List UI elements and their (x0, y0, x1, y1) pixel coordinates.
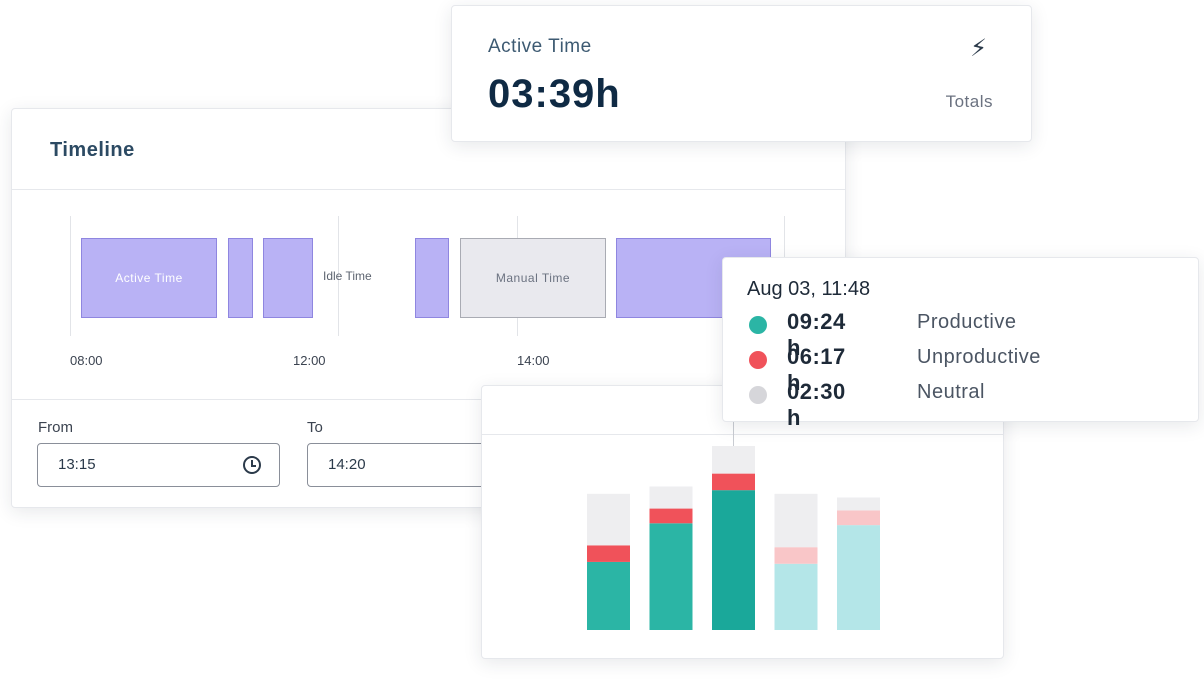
from-time-input[interactable]: 13:15 (37, 443, 280, 487)
neutral-dot (749, 386, 767, 404)
bar-neutral-segment[interactable] (774, 493, 818, 548)
bar-neutral-segment[interactable] (649, 486, 693, 509)
tooltip-label: Unproductive (917, 346, 1041, 368)
productivity-chart-card (481, 385, 1004, 659)
bar-productive-segment[interactable] (649, 523, 693, 630)
timeline-segment-active[interactable] (228, 238, 253, 318)
timeline-tick-label: 08:00 (70, 353, 103, 368)
clock-icon[interactable] (243, 456, 261, 474)
productive-dot (749, 316, 767, 334)
bar-neutral-segment[interactable] (587, 493, 630, 546)
bar-productive-segment[interactable] (587, 561, 630, 630)
to-label: To (307, 419, 323, 436)
tooltip-date: Aug 03, 11:48 (747, 278, 871, 300)
to-time-input[interactable]: 14:20 (307, 443, 507, 487)
to-time-value: 14:20 (328, 456, 366, 473)
timeline-segment-active[interactable] (263, 238, 313, 318)
bar-unproductive-segment[interactable] (712, 473, 755, 491)
from-label: From (38, 419, 73, 436)
timeline-tick-label: 14:00 (517, 353, 550, 368)
timeline-tick-label: 12:00 (293, 353, 326, 368)
tooltip-value: 02:30 h (787, 379, 846, 430)
timeline-segment-active[interactable] (415, 238, 449, 318)
productivity-bar-chart (587, 422, 880, 630)
timeline-segment-active[interactable]: Active Time (81, 238, 217, 318)
active-time-value: 03:39h (488, 72, 621, 116)
bar-productive-segment[interactable] (774, 563, 818, 630)
bar-unproductive-segment[interactable] (774, 547, 818, 564)
bar-neutral-segment[interactable] (837, 497, 880, 511)
chart-tooltip: Aug 03, 11:48 09:24 h Productive 06:17 h… (722, 257, 1199, 430)
active-time-label: Active Time (488, 36, 592, 57)
from-time-value: 13:15 (58, 456, 96, 473)
bar-unproductive-segment[interactable] (587, 545, 630, 562)
tooltip-label: Productive (917, 311, 1017, 333)
timeline-idle-label: Idle Time (323, 269, 372, 283)
totals-label: Totals (945, 92, 993, 111)
bar-neutral-segment[interactable] (712, 446, 755, 474)
bar-productive-segment[interactable] (712, 490, 755, 630)
timeline-gridline (70, 216, 71, 336)
timeline-title: Timeline (50, 139, 135, 161)
bar-unproductive-segment[interactable] (837, 510, 880, 526)
bar-unproductive-segment[interactable] (649, 508, 693, 524)
active-time-card: Active Time 03:39h ⚡︎ Totals (451, 5, 1032, 142)
unproductive-dot (749, 351, 767, 369)
bolt-icon[interactable]: ⚡︎ (970, 34, 987, 63)
bar-productive-segment[interactable] (837, 525, 880, 630)
tooltip-label: Neutral (917, 381, 985, 403)
timeline-segment-manual[interactable]: Manual Time (460, 238, 606, 318)
